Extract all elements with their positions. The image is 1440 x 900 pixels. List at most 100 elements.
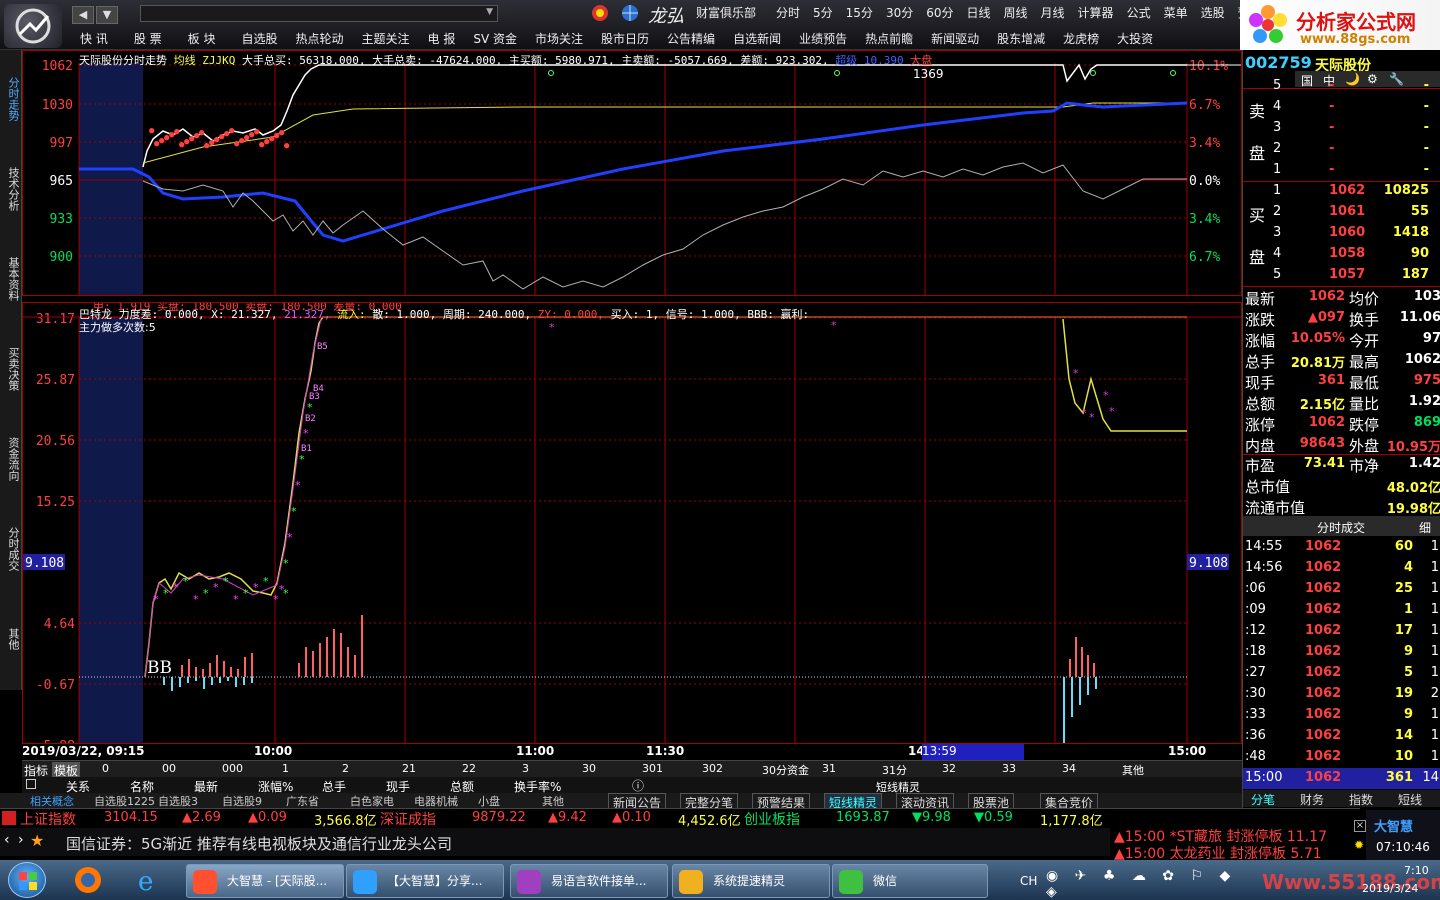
order-row[interactable]: 1 1062 10825 — [1273, 183, 1440, 204]
period-menu-item[interactable]: 分时 — [776, 6, 800, 20]
left-tab[interactable]: 买卖决策 — [3, 326, 20, 412]
function-menu-item[interactable]: 龙虎榜 — [1063, 32, 1099, 46]
trade-row[interactable]: :36 1062 14 1 — [1243, 726, 1440, 747]
app-logo-icon[interactable] — [4, 4, 62, 48]
order-row[interactable]: 5 - - — [1273, 78, 1440, 99]
order-row[interactable]: 2 1061 55 — [1273, 204, 1440, 225]
order-row[interactable]: 3 - - — [1273, 120, 1440, 141]
news-next-icon[interactable]: › — [18, 832, 24, 848]
function-menu-item[interactable]: 自选股 — [241, 32, 277, 46]
taskbar-window-button[interactable]: 【大智慧】分享... — [346, 864, 504, 898]
globe-icon[interactable] — [618, 4, 642, 22]
stock-group-tab[interactable]: 小盘 — [478, 793, 500, 809]
close-icon[interactable]: × — [1354, 820, 1366, 832]
param-value[interactable]: 302 — [702, 762, 723, 775]
sh-index-name[interactable]: 上证指数 — [20, 809, 76, 829]
period-menu-item[interactable]: 5分 — [813, 6, 833, 20]
param-value[interactable]: 33 — [1002, 762, 1016, 775]
command-input[interactable]: ▼ — [140, 5, 498, 22]
order-row[interactable]: 3 1060 1418 — [1273, 225, 1440, 246]
period-menu-item[interactable]: 15分 — [846, 6, 873, 20]
period-menu-item[interactable]: 日线 — [967, 6, 991, 20]
param-value[interactable]: 3 — [522, 762, 529, 775]
param-value[interactable]: 30分资金 — [762, 762, 809, 778]
function-menu-item[interactable]: 市场关注 — [535, 32, 583, 46]
order-row[interactable]: 4 - - — [1273, 99, 1440, 120]
trade-row[interactable]: :48 1062 10 1 — [1243, 747, 1440, 768]
taskbar-window-button[interactable]: 微信 — [832, 864, 988, 898]
param-value[interactable]: 30 — [582, 762, 596, 775]
param-value[interactable]: 00 — [162, 762, 176, 775]
news-prev-icon[interactable]: ‹ — [4, 832, 10, 848]
taskbar-window-button[interactable]: 系统提速精灵 — [672, 864, 830, 898]
news-ticker[interactable]: ‹ › ★ 国信证券：5G渐近 推荐有线电视板块及通信行业龙头公司 — [0, 828, 1110, 856]
trade-row[interactable]: :33 1062 9 1 — [1243, 705, 1440, 726]
quote-bottom-tab[interactable]: 财务 — [1300, 791, 1324, 808]
stock-group-tab[interactable]: 其他 — [542, 793, 564, 809]
stock-group-tab[interactable]: 自选股9 — [222, 793, 262, 809]
stock-group-tab[interactable]: 自选股1225 — [94, 793, 155, 809]
history-dropdown-button[interactable]: ▼ — [96, 6, 118, 24]
param-value[interactable]: 31 — [822, 762, 836, 775]
function-menu-item[interactable]: 业绩预告 — [799, 32, 847, 46]
order-row[interactable]: 5 1057 187 — [1273, 267, 1440, 288]
function-menu-item[interactable]: 快 讯 — [80, 32, 108, 46]
back-button[interactable]: ◀ — [72, 6, 94, 24]
left-tab[interactable]: 资金流向 — [3, 416, 20, 502]
function-menu-item[interactable]: 电 报 — [428, 32, 456, 46]
function-menu-item[interactable]: 热点前瞻 — [865, 32, 913, 46]
param-value[interactable]: 31分 — [882, 762, 907, 778]
period-menu-item[interactable]: 选股 — [1201, 6, 1225, 20]
function-menu-item[interactable]: 自选新闻 — [733, 32, 781, 46]
left-tab[interactable]: 其他 — [3, 596, 20, 682]
indicator-chart[interactable]: 31.1725.8720.5615.259.1089.1084.64-0.67-… — [22, 302, 1242, 744]
function-menu-item[interactable]: 公告精编 — [667, 32, 715, 46]
param-value[interactable]: 2 — [342, 762, 349, 775]
taskbar-window-button[interactable]: 大智慧 - [天际股... — [186, 864, 344, 898]
function-menu-item[interactable]: 股 票 — [134, 32, 162, 46]
stock-group-tab[interactable]: 相关概念 — [30, 793, 74, 809]
param-value[interactable]: 301 — [642, 762, 663, 775]
period-menu-item[interactable]: 月线 — [1041, 6, 1065, 20]
left-tab[interactable]: 技术分析 — [3, 146, 20, 232]
left-tab[interactable]: 基本资料 — [3, 236, 20, 322]
param-value[interactable]: 22 — [462, 762, 476, 775]
trade-row[interactable]: 14:55 1062 60 1 — [1243, 537, 1440, 558]
info-icon[interactable]: ⓘ — [632, 777, 644, 794]
select-all-checkbox[interactable] — [26, 779, 36, 789]
function-menu-item[interactable]: 新闻驱动 — [931, 32, 979, 46]
trade-row[interactable]: :27 1062 5 1 — [1243, 663, 1440, 684]
function-menu-item[interactable]: 股市日历 — [601, 32, 649, 46]
param-value[interactable]: 0 — [102, 762, 109, 775]
trade-row[interactable]: :12 1062 17 1 — [1243, 621, 1440, 642]
period-menu-item[interactable]: 菜单 — [1164, 6, 1188, 20]
function-menu-item[interactable]: 股东增减 — [997, 32, 1045, 46]
period-menu-item[interactable]: 30分 — [886, 6, 913, 20]
period-menu-item[interactable]: 60分 — [926, 6, 953, 20]
order-row[interactable]: 4 1058 90 — [1273, 246, 1440, 267]
news-headline[interactable]: 国信证券：5G渐近 推荐有线电视板块及通信行业龙头公司 — [66, 833, 452, 854]
trade-row[interactable]: :18 1062 9 1 — [1243, 642, 1440, 663]
param-value[interactable]: 34 — [1062, 762, 1076, 775]
param-value[interactable]: 000 — [222, 762, 243, 775]
left-tab[interactable]: 分时走势 — [3, 56, 20, 142]
intraday-price-chart[interactable]: 1062 10.1% 1030 6.7% 997 3.4% 965 0.0% 933 3.4% 90… — [22, 50, 1242, 296]
trade-row[interactable]: :30 1062 19 2 — [1243, 684, 1440, 705]
quote-bottom-tab[interactable]: 短线 — [1398, 791, 1422, 808]
cy-index-name[interactable]: 创业板指 — [744, 809, 800, 829]
firefox-icon[interactable] — [70, 864, 106, 896]
stock-group-tab[interactable]: 自选股3 — [158, 793, 198, 809]
function-menu-item[interactable]: 主题关注 — [362, 32, 410, 46]
function-menu-item[interactable]: 大投资 — [1117, 32, 1153, 46]
stock-group-tab[interactable]: 白色家电 — [350, 793, 394, 809]
param-value[interactable]: 1 — [282, 762, 289, 775]
order-row[interactable]: 1 - - — [1273, 162, 1440, 183]
ie-icon[interactable]: e — [130, 864, 166, 897]
trade-row[interactable]: 15:00 1062 361 14 — [1243, 768, 1440, 789]
period-menu-item[interactable]: 公式 — [1127, 6, 1151, 20]
trade-row[interactable]: 14:56 1062 4 1 — [1243, 558, 1440, 579]
ad-banner[interactable]: 分析家公式网 www.88gs.com — [1240, 0, 1440, 50]
period-menu-item[interactable]: 周线 — [1004, 6, 1028, 20]
function-menu-item[interactable]: 热点轮动 — [296, 32, 344, 46]
taskbar-window-button[interactable]: 易语言软件接单... — [510, 864, 668, 898]
